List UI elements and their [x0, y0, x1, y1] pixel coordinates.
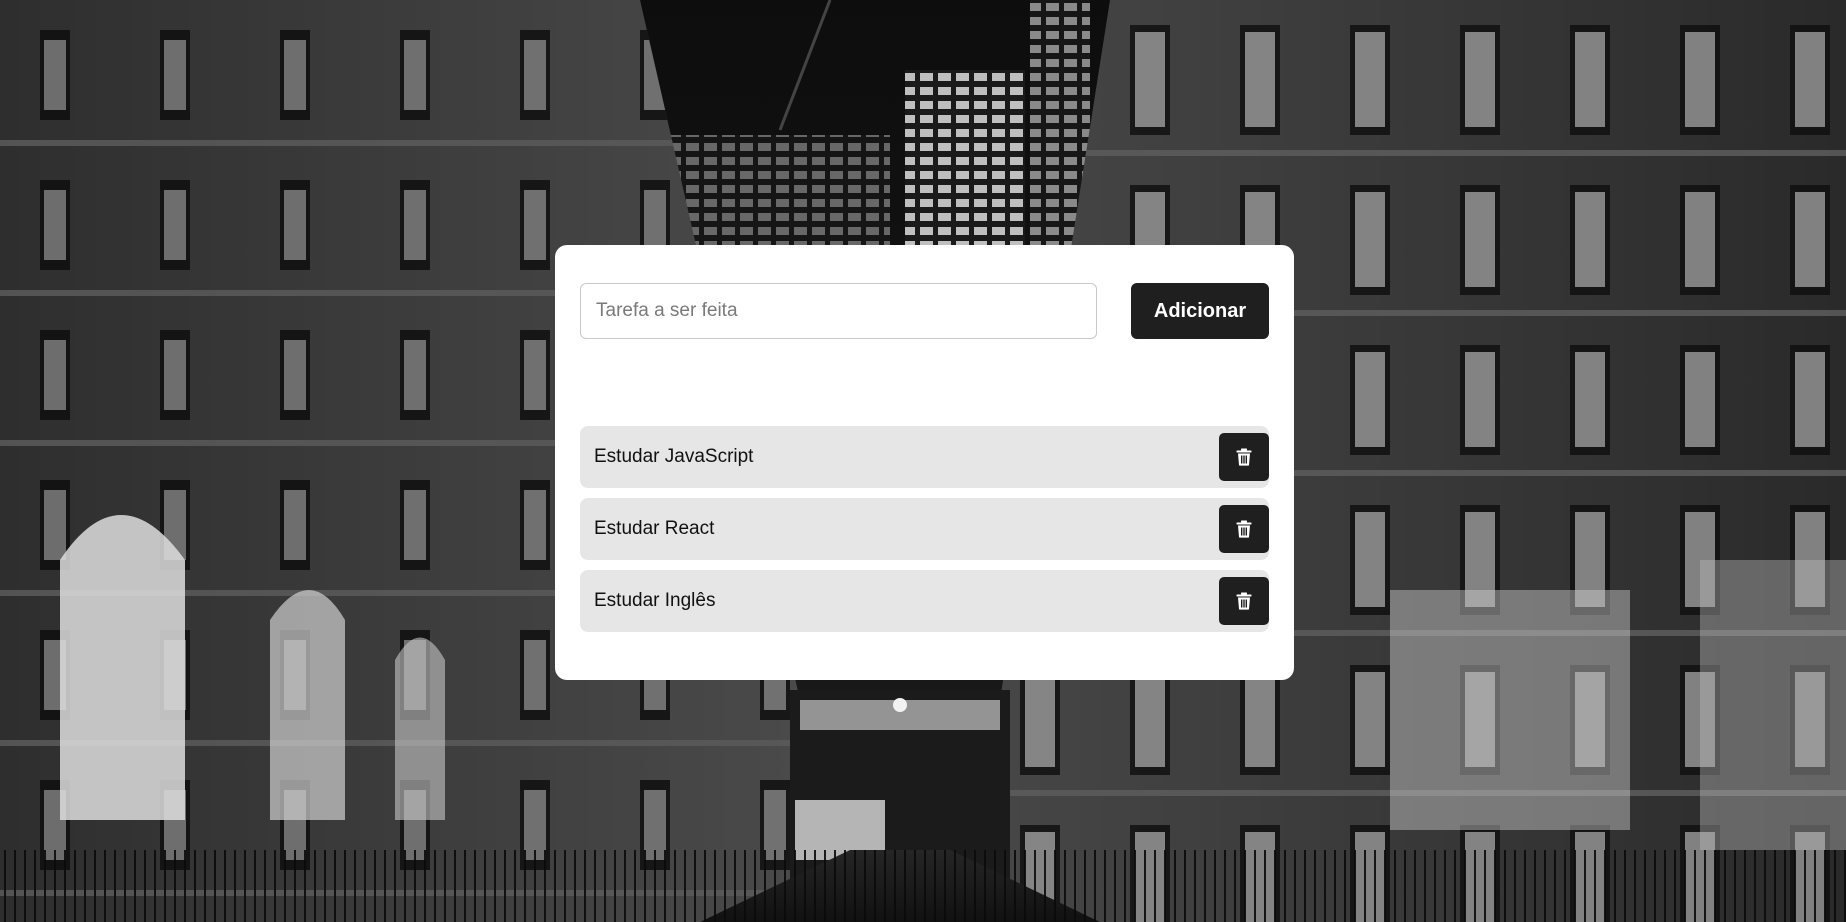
todo-card: Adicionar Estudar JavaScript Estudar Rea…: [555, 245, 1294, 680]
task-item: Estudar Inglês: [580, 570, 1269, 632]
task-label: Estudar JavaScript: [594, 446, 754, 467]
task-item: Estudar React: [580, 498, 1269, 560]
trash-icon: [1236, 592, 1252, 610]
delete-task-button[interactable]: [1219, 577, 1269, 625]
task-item: Estudar JavaScript: [580, 426, 1269, 488]
task-label: Estudar React: [594, 518, 715, 539]
add-button[interactable]: Adicionar: [1131, 283, 1269, 339]
task-label: Estudar Inglês: [594, 590, 716, 611]
trash-icon: [1236, 448, 1252, 466]
task-list: Estudar JavaScript Estudar React Estudar…: [580, 426, 1269, 642]
task-input[interactable]: [580, 283, 1097, 339]
delete-task-button[interactable]: [1219, 505, 1269, 553]
delete-task-button[interactable]: [1219, 433, 1269, 481]
trash-icon: [1236, 520, 1252, 538]
